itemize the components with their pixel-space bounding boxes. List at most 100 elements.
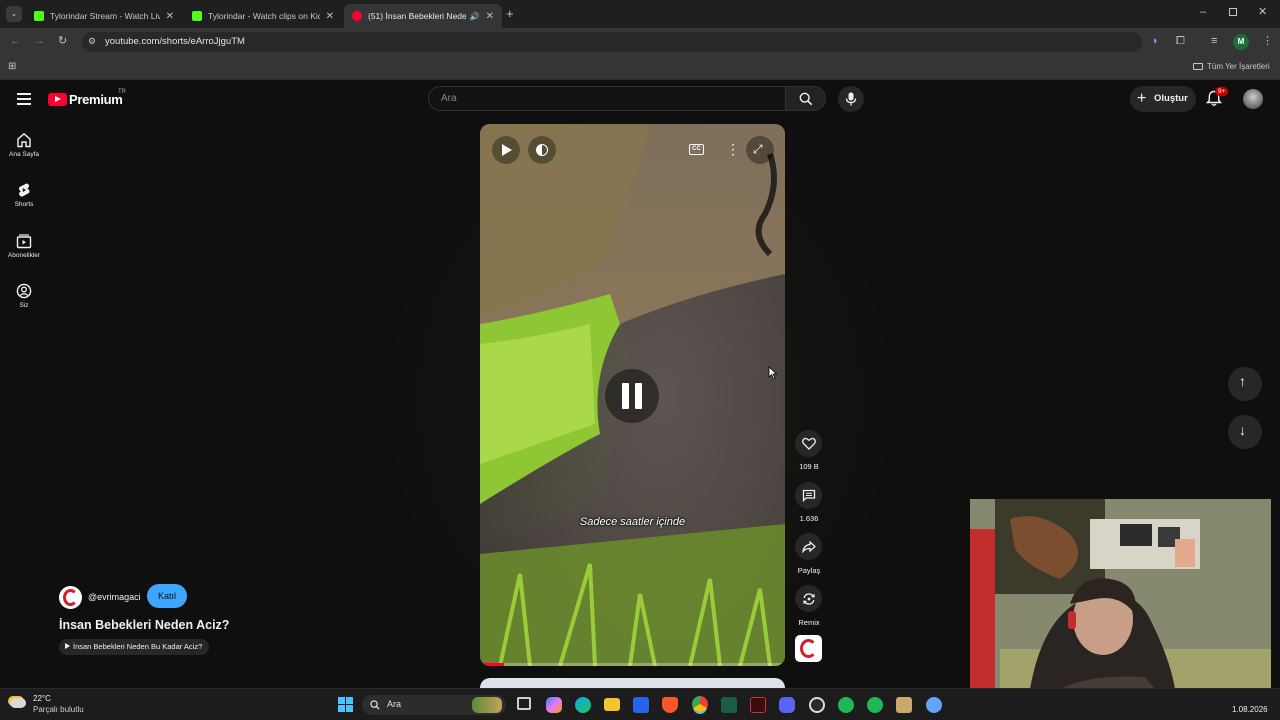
audio-source-thumbnail[interactable] (795, 635, 822, 662)
short-title: İnsan Bebekleri Neden Aciz? (59, 618, 230, 632)
new-tab-icon[interactable]: + (506, 7, 514, 20)
progress-track[interactable] (480, 663, 785, 666)
nav-home[interactable]: Ana Sayfa (0, 132, 48, 158)
reload-icon[interactable]: ↻ (58, 36, 67, 47)
comments-button[interactable] (795, 482, 822, 509)
restore-icon[interactable] (1229, 8, 1237, 16)
pause-icon-bar (635, 383, 642, 409)
remix-button[interactable] (795, 585, 822, 612)
tune-icon[interactable]: ⚙ (88, 36, 96, 47)
store-icon[interactable] (633, 697, 649, 713)
join-button[interactable]: Katıl (147, 584, 187, 608)
edge-icon[interactable] (575, 697, 591, 713)
brave-icon[interactable] (662, 697, 678, 713)
notepad-icon[interactable] (721, 697, 737, 713)
linked-video-chip[interactable]: İnsan Bebekleri Neden Bu Kadar Aciz? (59, 639, 210, 655)
hamburger-menu-icon[interactable] (17, 93, 31, 105)
extension-icon[interactable]: ◗ (1152, 36, 1159, 47)
all-bookmarks-button[interactable]: Tüm Yer İşaretleri (1193, 62, 1270, 71)
remix-icon (802, 592, 815, 605)
account-avatar[interactable] (1243, 89, 1263, 109)
browser-menu-icon[interactable]: ⋮ (1262, 36, 1273, 47)
pause-overlay[interactable] (605, 369, 659, 423)
home-icon (17, 132, 31, 148)
channel-logo-icon (800, 639, 817, 658)
nav-shorts-label: Shorts (14, 201, 34, 208)
channel-avatar[interactable] (59, 586, 82, 609)
logo-region: TR (118, 89, 126, 95)
tab-search-icon[interactable]: ⌄ (6, 6, 22, 22)
shorts-video-player[interactable]: CC ⋮ ⤢ Sadece saatler içinde (480, 124, 785, 666)
captions-button[interactable]: CC (683, 136, 711, 164)
search-button[interactable] (786, 86, 826, 111)
nav-subscriptions-label: Abonelikler (7, 252, 41, 259)
kick-favicon-icon (192, 11, 202, 21)
chrome-icon[interactable] (692, 696, 708, 712)
play-triangle-icon (65, 643, 70, 649)
forward-icon[interactable]: → (34, 36, 45, 47)
terminal-icon[interactable] (750, 697, 766, 713)
task-view-icon[interactable] (517, 697, 531, 710)
fullscreen-button[interactable]: ⤢ (746, 136, 774, 164)
spotify-second-icon[interactable] (867, 697, 883, 713)
share-button[interactable] (795, 533, 822, 560)
nav-subscriptions[interactable]: Abonelikler (0, 233, 48, 259)
address-bar[interactable]: ⚙ youtube.com/shorts/eArroJjguTM (82, 32, 1142, 52)
logo-text: Premium (69, 92, 123, 107)
all-bookmarks-label: Tüm Yer İşaretleri (1207, 62, 1270, 71)
create-button[interactable]: + Oluştur (1130, 86, 1196, 112)
notification-badge: 9+ (1215, 87, 1229, 96)
search-input[interactable]: Ara (428, 86, 786, 111)
tab-title: Tylorindar Stream - Watch Live (50, 11, 160, 21)
heart-icon (801, 437, 816, 450)
extensions-puzzle-icon[interactable]: ⧠ (1176, 36, 1185, 47)
voice-search-button[interactable] (838, 86, 864, 112)
close-tab-icon[interactable]: ✕ (166, 11, 174, 22)
fullscreen-icon: ⤢ (753, 142, 763, 156)
next-short-preview[interactable] (480, 678, 785, 688)
nav-you[interactable]: Siz (0, 283, 48, 309)
copilot-icon[interactable] (546, 697, 562, 713)
taskbar-search[interactable]: Ara (362, 695, 506, 715)
profile-avatar[interactable]: M (1233, 34, 1249, 50)
plus-icon: + (1137, 90, 1147, 107)
taskbar-search-label: Ara (387, 699, 402, 709)
comment-icon (802, 489, 815, 502)
back-icon[interactable]: ← (10, 36, 21, 47)
volume-button[interactable] (528, 136, 556, 164)
tab-kick-stream[interactable]: Tylorindar Stream - Watch Live ✕ (26, 4, 182, 28)
webcam-overlay (970, 499, 1271, 689)
windows-taskbar: 22°C Parçalı bulutlu Ara 1.08.2026 (0, 688, 1280, 720)
like-button[interactable] (795, 430, 822, 457)
video-subtitle: Sadece saatler içinde (579, 516, 686, 528)
close-window-icon[interactable]: ✕ (1258, 7, 1267, 18)
captions-icon: CC (689, 144, 704, 155)
more-options-button[interactable]: ⋮ (715, 136, 743, 164)
settings-gear-icon[interactable] (926, 697, 942, 713)
league-client-icon[interactable] (896, 697, 912, 713)
previous-short-button[interactable]: ↑ (1228, 367, 1262, 401)
file-explorer-icon[interactable] (604, 698, 620, 711)
clock-date[interactable]: 1.08.2026 (1232, 705, 1268, 714)
channel-logo-icon (63, 589, 78, 606)
obs-icon[interactable] (809, 697, 825, 713)
like-count: 109 B (799, 462, 819, 471)
discord-icon[interactable] (779, 697, 795, 713)
tab-kick-clips[interactable]: Tylorindar - Watch clips on Kick ✕ (184, 4, 342, 28)
close-tab-icon[interactable]: ✕ (326, 11, 334, 22)
play-button[interactable] (492, 136, 520, 164)
windows-start-icon[interactable] (338, 697, 353, 712)
audio-playing-icon[interactable]: 🔊 (470, 12, 480, 21)
next-short-button[interactable]: ↓ (1228, 415, 1262, 449)
channel-handle[interactable]: @evrimagaci (88, 592, 141, 602)
tab-youtube-short[interactable]: (51) İnsan Bebekleri Neden 🔊 ✕ (344, 4, 502, 28)
nav-shorts[interactable]: Shorts (0, 182, 48, 208)
shorts-icon (18, 183, 30, 197)
apps-grid-icon[interactable]: ⊞ (8, 62, 16, 72)
share-label: Paylaş (797, 566, 821, 575)
spotify-icon[interactable] (838, 697, 854, 713)
media-control-icon[interactable]: ≡ (1211, 36, 1217, 47)
minimize-icon[interactable]: – (1200, 7, 1206, 18)
notifications-button[interactable]: 9+ (1205, 87, 1229, 108)
close-tab-icon[interactable]: ✕ (486, 11, 494, 22)
